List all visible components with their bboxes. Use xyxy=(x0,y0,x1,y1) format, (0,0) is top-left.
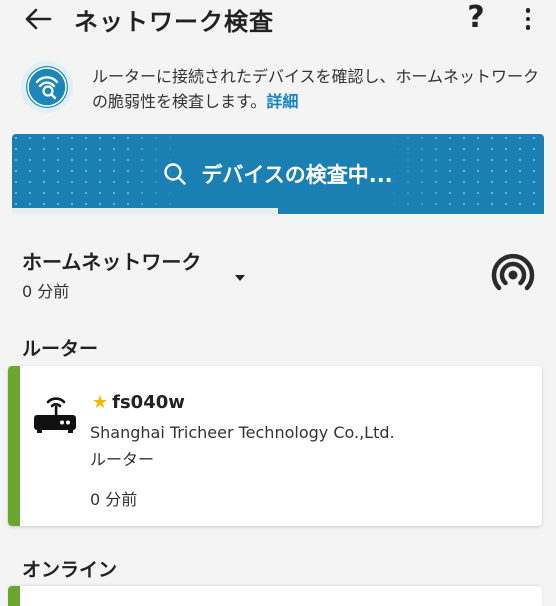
info-section: ルーターに接続されたデバイスを確認し、ホームネットワークの脆弱性を検査します。詳… xyxy=(20,58,550,118)
device-name: fs040w xyxy=(112,392,185,413)
device-type: ルーター xyxy=(90,450,155,469)
scan-banner: デバイスの検査中... xyxy=(12,134,544,214)
network-last-scan: 0 分前 xyxy=(22,282,70,301)
device-card-online[interactable] xyxy=(8,586,542,606)
network-scan-icon xyxy=(20,60,74,114)
device-status-accent xyxy=(8,366,20,526)
scan-progress-bar xyxy=(12,208,544,214)
back-arrow-icon[interactable] xyxy=(22,4,54,34)
scan-progress-fill xyxy=(12,208,278,214)
app-bar: ネットワーク検査 ? xyxy=(0,0,556,40)
search-icon xyxy=(164,163,187,185)
info-description: ルーターに接続されたデバイスを確認し、ホームネットワークの脆弱性を検査します。 xyxy=(92,67,540,111)
more-options-icon[interactable] xyxy=(516,4,540,34)
device-status-accent xyxy=(8,586,20,606)
details-link[interactable]: 詳細 xyxy=(266,92,298,111)
dropdown-arrow-icon[interactable] xyxy=(234,268,246,281)
section-router-label: ルーター xyxy=(22,338,99,360)
network-selector: ホームネットワーク 0 分前 xyxy=(22,246,542,306)
scan-status: デバイスの検査中... xyxy=(12,158,544,190)
router-icon xyxy=(32,390,78,434)
page-title: ネットワーク検査 xyxy=(74,8,274,36)
help-icon[interactable]: ? xyxy=(460,0,492,36)
device-card-router[interactable]: ★ fs040w Shanghai Tricheer Technology Co… xyxy=(8,366,542,526)
network-name[interactable]: ホームネットワーク xyxy=(22,246,201,275)
scan-label: デバイスの検査中... xyxy=(201,163,393,187)
section-online-label: オンライン xyxy=(22,559,118,581)
favorite-star-icon: ★ xyxy=(92,391,109,413)
wifi-signal-icon[interactable] xyxy=(488,250,538,300)
device-vendor: Shanghai Tricheer Technology Co.,Ltd. xyxy=(90,423,395,442)
device-last-seen: 0 分前 xyxy=(90,490,138,509)
